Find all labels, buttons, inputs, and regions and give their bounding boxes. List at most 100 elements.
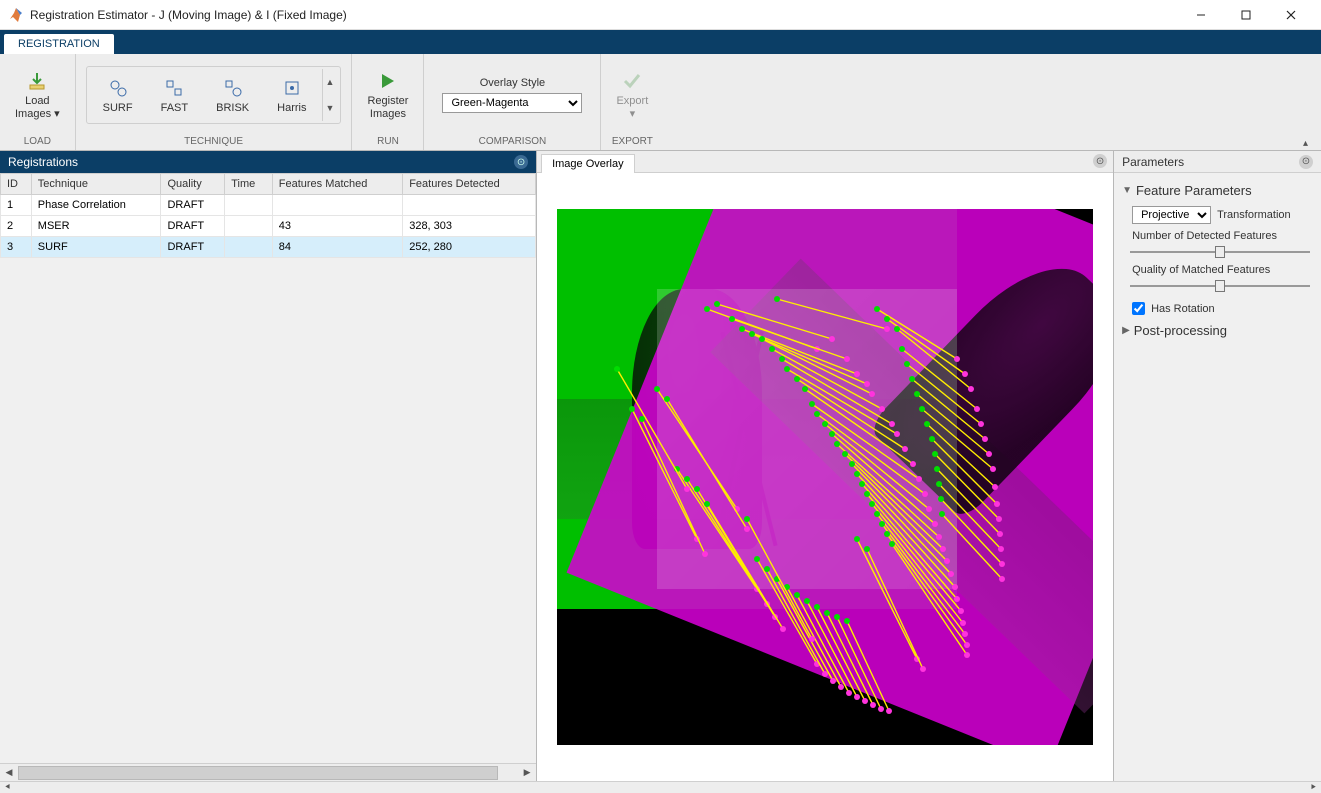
parameters-body: ▼ Feature Parameters Projective Transfor… xyxy=(1114,173,1321,348)
overlay-panel-menu[interactable]: ⊙ xyxy=(1093,154,1107,168)
table-cell xyxy=(272,195,402,216)
ribbon-tabstrip: REGISTRATION xyxy=(0,30,1321,54)
export-button: Export▾ xyxy=(609,64,655,126)
parameters-title: Parameters xyxy=(1122,155,1184,169)
overlay-style-caption: Overlay Style xyxy=(480,77,545,89)
hscroll-left[interactable]: ◀ xyxy=(2,766,16,780)
table-cell: 3 xyxy=(1,237,32,258)
main-area: Registrations ⊙ IDTechniqueQualityTimeFe… xyxy=(0,151,1321,781)
gallery-down[interactable]: ▼ xyxy=(323,95,336,121)
registrations-grid[interactable]: IDTechniqueQualityTimeFeatures MatchedFe… xyxy=(0,173,536,763)
registrations-panel: Registrations ⊙ IDTechniqueQualityTimeFe… xyxy=(0,151,537,781)
column-header[interactable]: Features Matched xyxy=(272,174,402,195)
tab-registration[interactable]: REGISTRATION xyxy=(4,34,114,54)
overlay-style-select[interactable]: Green-Magenta xyxy=(442,93,582,113)
comparison-group-label: COMPARISON xyxy=(430,134,594,150)
overlap-region xyxy=(657,289,957,589)
transformation-label: Transformation xyxy=(1217,209,1291,221)
technique-surf[interactable]: SURF xyxy=(91,73,145,118)
matched-quality-label: Quality of Matched Features xyxy=(1122,262,1313,276)
chevron-right-icon: ▶ xyxy=(1122,325,1130,336)
hscroll-right[interactable]: ▶ xyxy=(520,766,534,780)
hscroll-thumb[interactable] xyxy=(18,766,498,780)
table-cell: 84 xyxy=(272,237,402,258)
table-cell: DRAFT xyxy=(161,195,225,216)
table-row[interactable]: 1Phase CorrelationDRAFT xyxy=(1,195,536,216)
play-icon xyxy=(378,71,398,91)
table-cell: 252, 280 xyxy=(403,237,536,258)
split-left-icon[interactable]: ⯇ xyxy=(4,782,11,793)
table-cell xyxy=(225,195,273,216)
table-cell: DRAFT xyxy=(161,216,225,237)
toolgroup-run: Register Images RUN xyxy=(352,54,424,150)
detected-features-label: Number of Detected Features xyxy=(1122,228,1313,242)
toolgroup-comparison: Overlay Style Green-Magenta COMPARISON xyxy=(424,54,601,150)
column-header[interactable]: Time xyxy=(225,174,273,195)
slider-handle[interactable] xyxy=(1215,280,1225,292)
titlebar: Registration Estimator - J (Moving Image… xyxy=(0,0,1321,30)
table-cell: Phase Correlation xyxy=(31,195,161,216)
matched-quality-slider[interactable] xyxy=(1130,278,1310,294)
maximize-button[interactable] xyxy=(1223,0,1268,29)
close-button[interactable] xyxy=(1268,0,1313,29)
table-cell: 1 xyxy=(1,195,32,216)
table-cell xyxy=(225,237,273,258)
table-cell xyxy=(225,216,273,237)
toolstrip: Load Images ▾ LOAD SURF FAST BRISK xyxy=(0,54,1321,151)
harris-icon xyxy=(282,78,302,98)
table-cell: 328, 303 xyxy=(403,216,536,237)
load-images-button[interactable]: Load Images ▾ xyxy=(8,64,67,126)
overlay-tabs: Image Overlay ⊙ xyxy=(537,151,1113,173)
parameters-panel-menu[interactable]: ⊙ xyxy=(1299,155,1313,169)
brisk-icon xyxy=(223,78,243,98)
technique-harris[interactable]: Harris xyxy=(265,73,318,118)
download-arrow-icon xyxy=(27,71,47,91)
registrations-header: Registrations ⊙ xyxy=(0,151,536,173)
toolstrip-collapse[interactable]: ▴ xyxy=(1303,138,1317,148)
run-group-label: RUN xyxy=(358,134,417,150)
overlay-tab[interactable]: Image Overlay xyxy=(541,154,635,173)
feature-parameters-section[interactable]: ▼ Feature Parameters xyxy=(1122,179,1313,202)
surf-icon xyxy=(108,78,128,98)
window-title: Registration Estimator - J (Moving Image… xyxy=(30,8,1178,22)
column-header[interactable]: Quality xyxy=(161,174,225,195)
chevron-down-icon: ▼ xyxy=(1122,185,1132,196)
parameters-panel: Parameters ⊙ ▼ Feature Parameters Projec… xyxy=(1114,151,1321,781)
toolgroup-load: Load Images ▾ LOAD xyxy=(0,54,76,150)
table-cell: SURF xyxy=(31,237,161,258)
table-row[interactable]: 3SURFDRAFT84252, 280 xyxy=(1,237,536,258)
table-row[interactable]: 2MSERDRAFT43328, 303 xyxy=(1,216,536,237)
table-cell: 43 xyxy=(272,216,402,237)
load-images-label: Load Images ▾ xyxy=(15,95,60,121)
has-rotation-checkbox[interactable] xyxy=(1132,302,1145,315)
gallery-scroll: ▲ ▼ xyxy=(322,69,336,121)
parameters-header: Parameters ⊙ xyxy=(1114,151,1321,173)
overlay-stage xyxy=(557,209,1093,745)
bottom-split-bar[interactable]: ⯇ ⯈ xyxy=(0,781,1321,793)
overlay-image-area[interactable] xyxy=(537,173,1113,781)
column-header[interactable]: Technique xyxy=(31,174,161,195)
slider-handle[interactable] xyxy=(1215,246,1225,258)
toolgroup-technique: SURF FAST BRISK Harris ▲ ▼ xyxy=(76,54,353,150)
split-right-icon[interactable]: ⯈ xyxy=(1310,782,1317,793)
registrations-panel-menu[interactable]: ⊙ xyxy=(514,155,528,169)
technique-gallery: SURF FAST BRISK Harris ▲ ▼ xyxy=(86,66,342,124)
fast-icon xyxy=(164,78,184,98)
minimize-button[interactable] xyxy=(1178,0,1223,29)
registrations-table: IDTechniqueQualityTimeFeatures MatchedFe… xyxy=(0,173,536,258)
technique-brisk[interactable]: BRISK xyxy=(204,73,261,118)
has-rotation-label[interactable]: Has Rotation xyxy=(1151,303,1215,315)
toolgroup-export: Export▾ EXPORT xyxy=(601,54,663,150)
column-header[interactable]: Features Detected xyxy=(403,174,536,195)
matlab-icon xyxy=(8,7,24,23)
export-group-label: EXPORT xyxy=(607,134,657,150)
gallery-up[interactable]: ▲ xyxy=(323,69,336,95)
registrations-hscroll[interactable]: ◀ ▶ xyxy=(0,763,536,781)
register-images-button[interactable]: Register Images xyxy=(360,64,415,126)
technique-fast[interactable]: FAST xyxy=(149,73,201,118)
column-header[interactable]: ID xyxy=(1,174,32,195)
post-processing-section[interactable]: ▶ Post-processing xyxy=(1122,319,1313,342)
check-icon xyxy=(622,71,642,91)
transformation-select[interactable]: Projective xyxy=(1132,206,1211,224)
detected-features-slider[interactable] xyxy=(1130,244,1310,260)
